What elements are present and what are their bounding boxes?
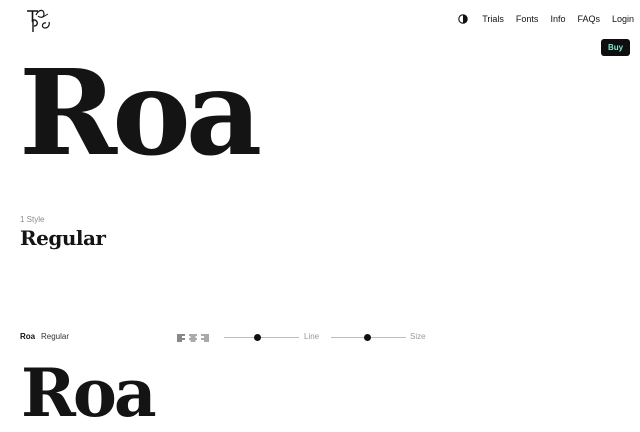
nav-link-info[interactable]: Info <box>550 13 565 25</box>
align-right-icon[interactable] <box>201 333 209 342</box>
nav-link-trials[interactable]: Trials <box>482 13 504 25</box>
main-nav: Trials Fonts Info FAQs Login <box>458 13 634 25</box>
nav-link-login[interactable]: Login <box>612 13 634 25</box>
font-hero-title: Roa <box>19 43 262 182</box>
site-logo[interactable] <box>24 6 54 34</box>
align-center-icon[interactable] <box>189 333 197 342</box>
nav-link-fonts[interactable]: Fonts <box>516 13 539 25</box>
style-name-regular[interactable]: Regular <box>20 224 106 252</box>
font-size-slider[interactable]: Size <box>331 330 431 344</box>
style-count: 1 Style <box>20 215 45 224</box>
align-left-icon[interactable] <box>177 333 185 342</box>
nav-link-faqs[interactable]: FAQs <box>577 13 600 25</box>
contrast-icon[interactable] <box>458 14 468 24</box>
buy-button[interactable]: Buy <box>601 39 630 56</box>
line-slider-label: Line <box>304 332 320 341</box>
size-slider-label: Size <box>410 332 426 341</box>
size-slider-thumb[interactable] <box>363 334 371 341</box>
line-height-slider[interactable]: Line <box>224 330 324 344</box>
text-align-group <box>177 333 209 342</box>
type-tester-preview[interactable]: Roa <box>21 360 157 426</box>
line-slider-track[interactable] <box>224 337 299 338</box>
type-foundry-logo-icon <box>27 9 50 32</box>
type-tester-controls: Roa Regular Line Size <box>20 330 620 344</box>
line-slider-thumb[interactable] <box>254 334 262 341</box>
tester-family-name: Roa <box>20 332 36 341</box>
tester-style-select[interactable]: Regular <box>41 330 69 344</box>
